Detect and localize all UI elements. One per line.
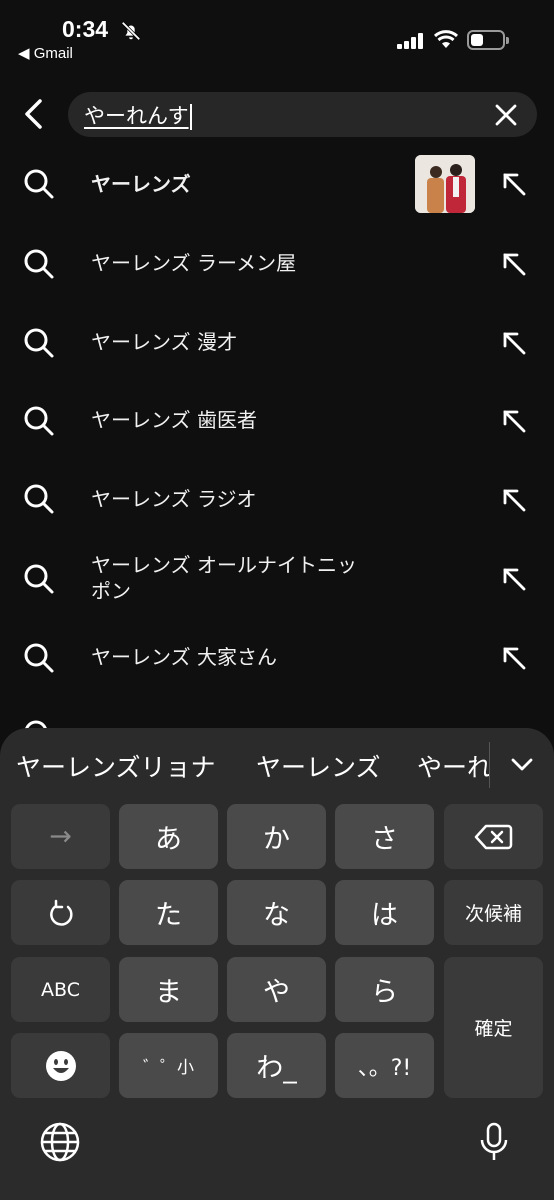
suggestion-label: ヤーレンズ: [91, 172, 191, 196]
key-sa[interactable]: さ: [335, 804, 434, 869]
fill-query-arrow-icon[interactable]: [500, 565, 528, 593]
microphone-icon[interactable]: [472, 1120, 516, 1164]
punctuation-key[interactable]: 、。?!: [335, 1033, 434, 1098]
search-input[interactable]: やーれんす: [68, 92, 537, 137]
suggestion-label: ヤーレンズ 漫才: [91, 330, 237, 354]
fill-query-arrow-icon[interactable]: [500, 407, 528, 435]
back-arrow-icon[interactable]: [18, 96, 50, 132]
key-a[interactable]: あ: [119, 804, 218, 869]
signal-icon: [397, 33, 427, 49]
confirm-key[interactable]: 確定: [444, 957, 543, 1098]
key-ra[interactable]: ら: [335, 957, 434, 1022]
key-ta[interactable]: た: [119, 880, 218, 945]
suggestion-label: ヤーレンズ 大家さん: [91, 645, 277, 669]
fill-query-arrow-icon[interactable]: [500, 486, 528, 514]
key-wa[interactable]: わ_: [227, 1033, 326, 1098]
battery-icon: [467, 30, 509, 50]
fill-query-arrow-icon[interactable]: [500, 250, 528, 278]
suggestion-thumbnail: [415, 155, 475, 213]
candidate-bar: ヤーレンズリョナ ヤーレンズ やーれ: [0, 728, 554, 800]
dakuten-key[interactable]: ゛゜小: [119, 1033, 218, 1098]
search-icon: [24, 643, 54, 673]
bell-slash-icon: [121, 21, 141, 41]
next-candidate-key[interactable]: 次候補: [444, 880, 543, 945]
suggestion-label: ヤーレンズ ラーメン屋: [91, 251, 297, 275]
suggestion-item[interactable]: ヤーレンズ ラーメン屋: [0, 226, 554, 304]
suggestion-label: ヤーレンズ オールナイトニッポン: [91, 553, 357, 603]
clock: 0:34: [62, 16, 109, 42]
clear-icon[interactable]: [493, 102, 519, 128]
backspace-key[interactable]: [444, 804, 543, 869]
backspace-icon: [474, 824, 512, 849]
search-icon: [24, 484, 54, 514]
back-to-app-link[interactable]: ◀ Gmail: [18, 44, 73, 62]
fill-query-arrow-icon[interactable]: [500, 329, 528, 357]
emoji-icon: [45, 1050, 76, 1081]
suggestion-item[interactable]: ヤーレンズ 大家さん: [0, 620, 554, 698]
search-icon: [24, 249, 54, 279]
key-ya[interactable]: や: [227, 957, 326, 1022]
cursor-right-key[interactable]: →: [11, 804, 110, 869]
divider: [489, 742, 490, 788]
key-ha[interactable]: は: [335, 880, 434, 945]
search-query-text: やーれんす: [84, 104, 189, 128]
suggestion-item[interactable]: ヤーレンズ ラジオ: [0, 461, 554, 539]
candidate-word[interactable]: やーれ: [417, 748, 489, 784]
search-icon: [24, 406, 54, 436]
suggestion-label: ヤーレンズ 歯医者: [91, 408, 257, 432]
search-icon: [24, 169, 54, 199]
key-ka[interactable]: か: [227, 804, 326, 869]
globe-icon[interactable]: [38, 1120, 82, 1164]
search-icon: [24, 564, 54, 594]
fill-query-arrow-icon[interactable]: [500, 170, 528, 198]
text-caret: [189, 104, 192, 130]
status-bar: 0:34 ◀ Gmail: [0, 0, 554, 70]
suggestion-item[interactable]: ヤーレンズ 歯医者: [0, 383, 554, 461]
candidate-word[interactable]: ヤーレンズ: [256, 748, 381, 784]
suggestion-label: ヤーレンズ ラジオ: [91, 487, 257, 511]
undo-key[interactable]: [11, 880, 110, 945]
chevron-down-icon[interactable]: [508, 750, 536, 778]
key-na[interactable]: な: [227, 880, 326, 945]
search-icon: [24, 328, 54, 358]
key-ma[interactable]: ま: [119, 957, 218, 1022]
suggestion-item[interactable]: ヤーレンズ 漫才: [0, 304, 554, 382]
wifi-icon: [433, 30, 459, 48]
fill-query-arrow-icon[interactable]: [500, 644, 528, 672]
emoji-key[interactable]: [11, 1033, 110, 1098]
candidate-word[interactable]: ヤーレンズリョナ: [16, 748, 216, 784]
undo-icon: [49, 899, 73, 926]
keyboard: ヤーレンズリョナ ヤーレンズ やーれ → あ か さ た な は 次候補 ABC…: [0, 728, 554, 1200]
suggestion-item[interactable]: ヤーレンズ オールナイトニッポン: [0, 540, 554, 620]
abc-key[interactable]: ABC: [11, 957, 110, 1022]
